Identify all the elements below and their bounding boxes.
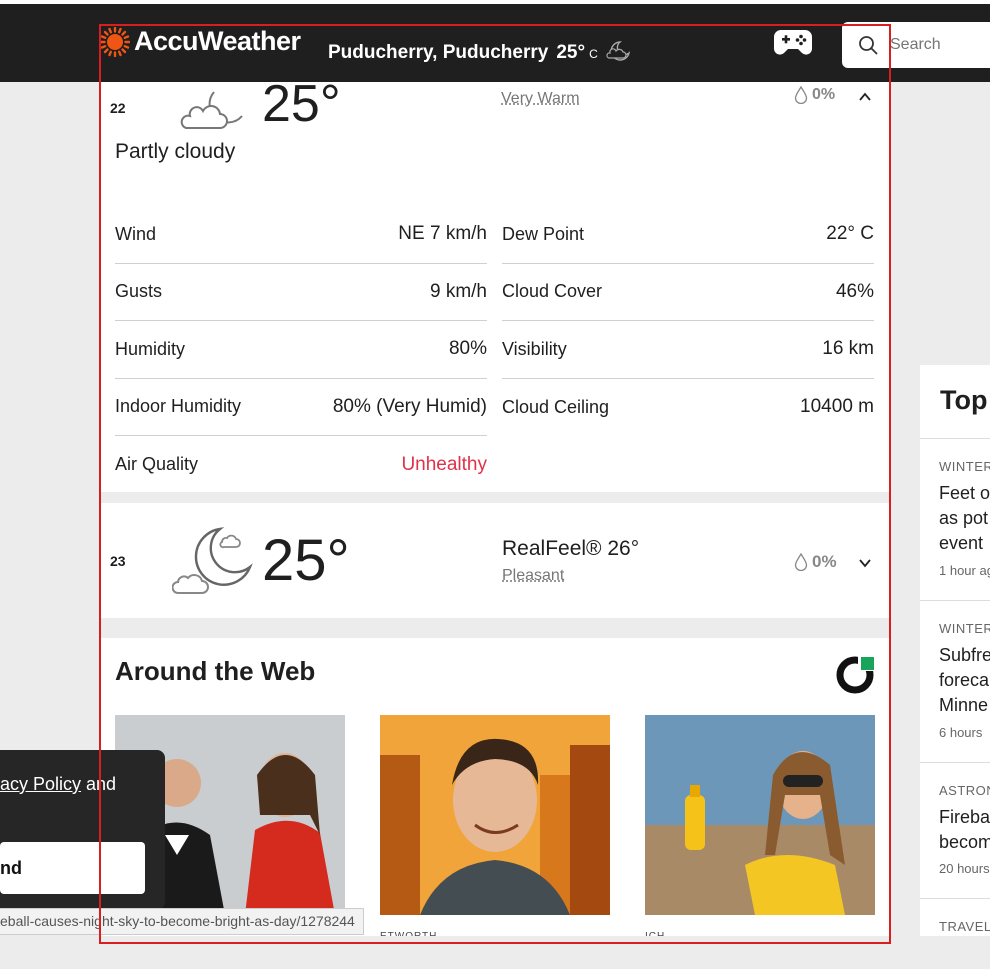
section-title: Around the Web xyxy=(115,656,315,687)
precip-chance: 0% xyxy=(794,86,835,104)
privacy-consent-banner: acy Policy and nd xyxy=(0,750,165,910)
hour-card-expanded: 22 25° Very Warm 0% Partly cloudy Wind N… xyxy=(100,82,889,492)
precip-value: 0% xyxy=(812,552,837,572)
story-headline-line: Fireba xyxy=(939,805,990,830)
details-right-column: Dew Point 22° C Cloud Cover 46% Visibili… xyxy=(502,206,874,494)
night-moon-icon xyxy=(606,38,632,64)
hour-temperature: 25° xyxy=(262,82,341,134)
outbrain-logo-icon[interactable] xyxy=(836,654,876,694)
detail-value: 22° C xyxy=(826,223,874,245)
detail-value: 80% (Very Humid) xyxy=(333,396,487,418)
temp-unit: C xyxy=(589,47,598,61)
story-category: TRAVEL xyxy=(939,919,990,934)
story-headline-line: as pot xyxy=(939,506,988,531)
hour-card-collapsed[interactable]: 23 25° RealFeel® 26° Pleasant 0% xyxy=(100,503,889,618)
detail-label: Cloud Cover xyxy=(502,281,602,302)
detail-row: Cloud Cover 46% xyxy=(502,264,874,322)
precip-value: 0% xyxy=(812,86,835,104)
detail-row: Visibility 16 km xyxy=(502,321,874,379)
realfeel-description: Very Warm xyxy=(501,90,580,108)
search-input[interactable] xyxy=(890,36,990,54)
link-status-bar: eball-causes-night-sky-to-become-bright-… xyxy=(0,908,364,935)
hour-temperature: 25° xyxy=(262,527,350,594)
hourly-forecast-column: 22 25° Very Warm 0% Partly cloudy Wind N… xyxy=(100,82,889,942)
hour-card-header[interactable]: 22 25° Very Warm 0% xyxy=(100,82,889,112)
location-name: Puducherry, Puducherry xyxy=(328,42,548,64)
current-location[interactable]: Puducherry, Puducherry 25° C xyxy=(328,32,632,64)
air-quality-link[interactable]: Unhealthy xyxy=(401,454,487,476)
realfeel-value: RealFeel® 26° xyxy=(502,537,639,561)
detail-value: NE 7 km/h xyxy=(398,223,487,245)
detail-label: Dew Point xyxy=(502,224,584,245)
detail-label: Indoor Humidity xyxy=(115,396,241,417)
condition-phrase: Partly cloudy xyxy=(115,140,235,164)
promo-image-man-city[interactable] xyxy=(380,715,610,915)
raindrop-icon xyxy=(794,86,808,104)
search-icon xyxy=(858,35,878,55)
story-headline-line: foreca xyxy=(939,668,989,693)
site-header: AccuWeather Puducherry, Puducherry 25° C xyxy=(0,4,990,82)
hour-label: 23 xyxy=(110,553,126,569)
banner-message: acy Policy and xyxy=(0,774,116,795)
page-bottom-area xyxy=(0,936,990,969)
detail-value: 10400 m xyxy=(800,396,874,418)
brand-name: AccuWeather xyxy=(134,26,301,57)
around-the-web-section: Around the Web xyxy=(100,638,889,942)
precip-chance: 0% xyxy=(794,552,837,572)
detail-label: Gusts xyxy=(115,281,162,302)
partly-cloudy-night-icon xyxy=(178,88,248,138)
detail-label: Humidity xyxy=(115,339,185,360)
story-headline-line: becom xyxy=(939,830,990,855)
story-category: ASTRON xyxy=(939,783,990,798)
chevron-down-icon[interactable] xyxy=(858,556,872,570)
top-stories-sidebar: Top S WINTER Feet o as pot event 1 hour … xyxy=(920,365,990,969)
detail-row: Gusts 9 km/h xyxy=(115,264,487,322)
partly-cloudy-night-icon xyxy=(172,523,256,603)
story-headline-line: event xyxy=(939,531,983,556)
detail-row: Cloud Ceiling 10400 m xyxy=(502,379,874,437)
current-temp: 25° xyxy=(556,42,585,64)
detail-label: Cloud Ceiling xyxy=(502,397,609,418)
story-headline-line: Minne xyxy=(939,693,988,718)
detail-value: 80% xyxy=(449,338,487,360)
game-controller-icon[interactable] xyxy=(773,24,813,60)
accept-button[interactable]: nd xyxy=(0,842,145,894)
hour-label: 22 xyxy=(110,100,126,116)
search-box[interactable] xyxy=(842,22,990,68)
accuweather-logo[interactable]: AccuWeather xyxy=(100,26,301,57)
story-time: 20 hours xyxy=(939,861,990,876)
detail-label: Visibility xyxy=(502,339,567,360)
detail-row: Indoor Humidity 80% (Very Humid) xyxy=(115,379,487,437)
privacy-policy-link[interactable]: acy Policy xyxy=(0,774,81,794)
detail-label: Air Quality xyxy=(115,454,198,475)
detail-row: Dew Point 22° C xyxy=(502,206,874,264)
banner-text-tail: and xyxy=(81,774,116,794)
sun-logo-icon xyxy=(100,27,130,57)
story-time: 6 hours xyxy=(939,725,982,740)
detail-row: Humidity 80% xyxy=(115,321,487,379)
sidebar-title: Top S xyxy=(940,385,990,416)
story-category: WINTER xyxy=(939,459,990,474)
detail-value: 46% xyxy=(836,281,874,303)
detail-row: Air Quality Unhealthy xyxy=(115,436,487,494)
cartoon-man-photo xyxy=(380,715,610,915)
promo-image-beach-woman[interactable] xyxy=(645,715,875,915)
detail-value: 9 km/h xyxy=(430,281,487,303)
raindrop-icon xyxy=(794,553,808,571)
hour-details-grid: Wind NE 7 km/h Gusts 9 km/h Humidity 80%… xyxy=(115,206,875,494)
story-headline-line: Subfre xyxy=(939,643,990,668)
story-item[interactable]: WINTER Feet o as pot event 1 hour ag xyxy=(920,438,990,600)
detail-value: 16 km xyxy=(822,338,874,360)
story-headline-line: Feet o xyxy=(939,481,990,506)
beach-woman-photo xyxy=(645,715,875,915)
detail-label: Wind xyxy=(115,224,156,245)
story-category: WINTER xyxy=(939,621,990,636)
story-item[interactable]: ASTRON Fireba becom 20 hours xyxy=(920,762,990,898)
chevron-up-icon[interactable] xyxy=(858,90,872,104)
story-item[interactable]: WINTER Subfre foreca Minne 6 hours xyxy=(920,600,990,762)
details-left-column: Wind NE 7 km/h Gusts 9 km/h Humidity 80%… xyxy=(115,206,487,494)
detail-row: Wind NE 7 km/h xyxy=(115,206,487,264)
realfeel-description: Pleasant xyxy=(502,567,564,585)
story-time: 1 hour ag xyxy=(939,563,990,578)
